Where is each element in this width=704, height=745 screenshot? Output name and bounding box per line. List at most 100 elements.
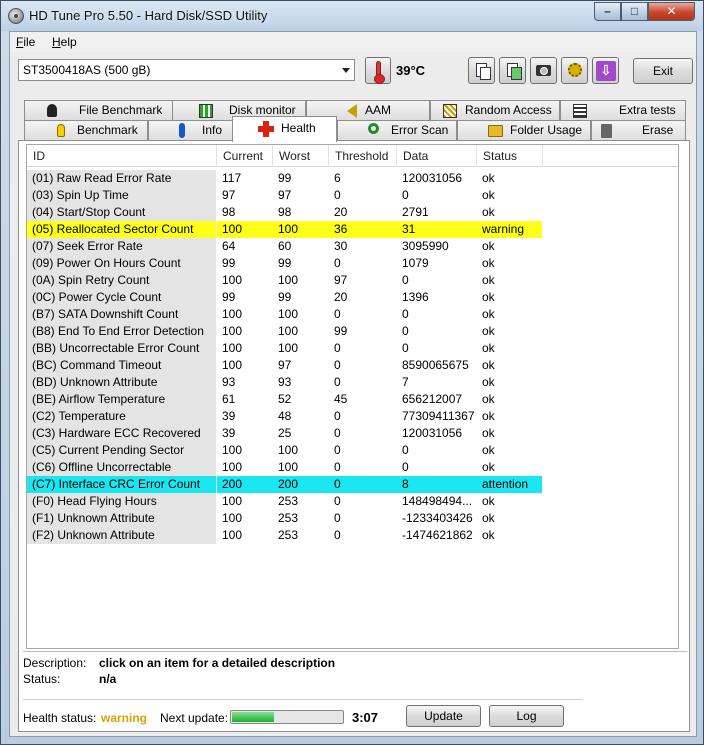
cell-threshold: 0: [334, 443, 341, 457]
cell-id: (BE) Airflow Temperature: [27, 391, 216, 408]
table-row[interactable]: (BB) Uncorrectable Error Count 100 100 0 0 ok: [27, 340, 678, 357]
cell-id: (07) Seek Error Rate: [27, 238, 216, 255]
gear-icon: [568, 63, 582, 77]
cell-id: (C7) Interface CRC Error Count: [27, 476, 216, 493]
table-row[interactable]: (07) Seek Error Rate 64 60 30 3095990 ok: [27, 238, 678, 255]
close-button[interactable]: ✕: [648, 2, 695, 21]
save-button[interactable]: ⇩: [592, 57, 619, 84]
cell-status: ok: [482, 256, 495, 270]
copy-text-button[interactable]: [468, 57, 495, 84]
cell-current: 100: [222, 341, 243, 355]
table-row[interactable]: (0C) Power Cycle Count 99 99 20 1396 ok: [27, 289, 678, 306]
tab-label: Benchmark: [77, 123, 138, 137]
table-row[interactable]: (05) Reallocated Sector Count 100 100 36 31 w…: [27, 221, 678, 238]
table-row[interactable]: (BC) Command Timeout 100 97 0 8590065675 ok: [27, 357, 678, 374]
table-row[interactable]: (09) Power On Hours Count 99 99 0 1079 ok: [27, 255, 678, 272]
extra-tests-icon: [573, 104, 587, 118]
tab-folder-usage[interactable]: Folder Usage: [457, 120, 591, 140]
table-row[interactable]: (B7) SATA Downshift Count 100 100 0 0 ok: [27, 306, 678, 323]
cell-worst: 97: [278, 188, 292, 202]
cell-status: ok: [482, 375, 495, 389]
drive-select[interactable]: ST3500418AS (500 gB): [18, 59, 355, 81]
column-header-worst[interactable]: Worst: [273, 145, 329, 167]
cell-data: 0: [402, 307, 409, 321]
window-title: HD Tune Pro 5.50 - Hard Disk/SSD Utility: [29, 8, 268, 23]
table-row[interactable]: (F1) Unknown Attribute 100 253 0 -1233403426…: [27, 510, 678, 527]
copy-screen-button[interactable]: [499, 57, 526, 84]
cell-data: 0: [402, 324, 409, 338]
title-bar[interactable]: HD Tune Pro 5.50 - Hard Disk/SSD Utility…: [1, 1, 703, 31]
table-row[interactable]: (BE) Airflow Temperature 61 52 45 656212007 o…: [27, 391, 678, 408]
cell-threshold: 0: [329, 476, 397, 493]
minimize-button[interactable]: –: [594, 2, 621, 21]
app-window: HD Tune Pro 5.50 - Hard Disk/SSD Utility…: [0, 0, 704, 745]
cell-id: (0A) Spin Retry Count: [27, 272, 216, 289]
smart-attributes-table[interactable]: ID Current Worst Threshold Data Status (…: [26, 144, 679, 649]
table-row[interactable]: (C6) Offline Uncorrectable 100 100 0 0 ok: [27, 459, 678, 476]
menu-bar: File Help: [10, 32, 696, 52]
table-row[interactable]: (C2) Temperature 39 48 0 77309411367 ok: [27, 408, 678, 425]
tab-erase[interactable]: Erase: [591, 120, 686, 140]
column-header-data[interactable]: Data: [397, 145, 477, 167]
exit-button[interactable]: Exit: [633, 58, 693, 84]
screenshot-button[interactable]: [530, 57, 557, 84]
table-row[interactable]: (03) Spin Up Time 97 97 0 0 ok: [27, 187, 678, 204]
update-button[interactable]: Update: [406, 705, 481, 727]
cell-worst: 99: [278, 256, 292, 270]
divider: [23, 651, 687, 652]
table-row[interactable]: (04) Start/Stop Count 98 98 20 2791 ok: [27, 204, 678, 221]
temperature-button[interactable]: [365, 57, 391, 84]
options-button[interactable]: [561, 57, 588, 84]
table-row[interactable]: (0A) Spin Retry Count 100 100 97 0 ok: [27, 272, 678, 289]
cell-worst: 100: [278, 443, 299, 457]
tab-info[interactable]: Info: [148, 120, 234, 140]
cell-data: -1233403426: [402, 511, 473, 525]
table-row[interactable]: (BD) Unknown Attribute 93 93 0 7 ok: [27, 374, 678, 391]
menu-help[interactable]: Help: [52, 35, 77, 49]
column-header-current[interactable]: Current: [217, 145, 273, 167]
log-button[interactable]: Log: [489, 705, 564, 727]
table-row[interactable]: (C3) Hardware ECC Recovered 39 25 0 12003105…: [27, 425, 678, 442]
cell-id: (09) Power On Hours Count: [27, 255, 216, 272]
cell-threshold: 20: [334, 205, 348, 219]
tab-file-benchmark[interactable]: File Benchmark: [24, 100, 186, 120]
cell-threshold: 20: [334, 290, 348, 304]
cell-status: ok: [482, 273, 495, 287]
tab-label: Info: [202, 123, 223, 137]
tab-random-access[interactable]: Random Access: [430, 100, 560, 120]
column-header-status[interactable]: Status: [477, 145, 543, 167]
tab-benchmark[interactable]: Benchmark: [24, 120, 148, 140]
column-header-id[interactable]: ID: [27, 145, 217, 167]
tab-health[interactable]: Health: [232, 116, 337, 142]
table-row[interactable]: (F2) Unknown Attribute 100 253 0 -1474621862…: [27, 527, 678, 544]
menu-file[interactable]: File: [16, 35, 35, 49]
erase-trash-icon: [601, 124, 612, 138]
maximize-button[interactable]: □: [621, 2, 648, 21]
table-row[interactable]: (F0) Head Flying Hours 100 253 0 148498494..…: [27, 493, 678, 510]
health-panel: ID Current Worst Threshold Data Status (…: [18, 140, 690, 732]
benchmark-bulb-icon: [57, 124, 65, 137]
cell-status: ok: [482, 290, 495, 304]
table-row[interactable]: (C5) Current Pending Sector 100 100 0 0 ok: [27, 442, 678, 459]
cell-data: 0: [402, 341, 409, 355]
table-row[interactable]: (01) Raw Read Error Rate 117 99 6 120031056 o…: [27, 170, 678, 187]
table-row[interactable]: (B8) End To End Error Detection 100 100 99 0…: [27, 323, 678, 340]
tab-error-scan[interactable]: Error Scan: [337, 120, 457, 140]
tab-extra-tests[interactable]: Extra tests: [560, 100, 686, 120]
cell-current: 98: [222, 205, 236, 219]
download-icon: ⇩: [596, 61, 616, 81]
table-row[interactable]: (C7) Interface CRC Error Count 200 200 0 8 at…: [27, 476, 678, 493]
cell-current: 97: [222, 188, 236, 202]
column-header-threshold[interactable]: Threshold: [329, 145, 397, 167]
cell-data: 656212007: [402, 392, 463, 406]
cell-data: 1079: [402, 256, 429, 270]
cell-current: 100: [217, 221, 273, 238]
cell-current: 100: [222, 273, 243, 287]
cell-current: 100: [222, 460, 243, 474]
cell-status: ok: [482, 528, 495, 542]
cell-threshold: 0: [334, 528, 341, 542]
monitor-chart-icon: [199, 104, 213, 118]
cell-data: 3095990: [402, 239, 449, 253]
cell-threshold: 0: [334, 341, 341, 355]
cell-threshold: 0: [334, 511, 341, 525]
